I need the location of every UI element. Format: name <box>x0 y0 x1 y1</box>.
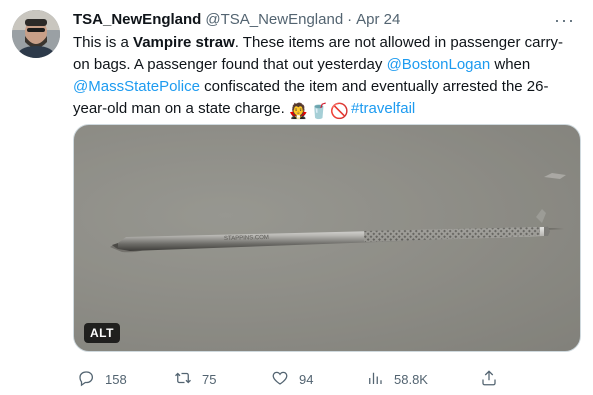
tweet-content: TSA_NewEngland @TSA_NewEngland · Apr 24 … <box>73 8 581 123</box>
reply-icon <box>77 369 95 390</box>
tweet-date[interactable]: Apr 24 <box>356 11 400 28</box>
tweet[interactable]: TSA_NewEngland @TSA_NewEngland · Apr 24 … <box>0 0 593 395</box>
tweet-media-image[interactable]: STAPPINS.COM ALT <box>73 124 581 352</box>
tweet-header: TSA_NewEngland @TSA_NewEngland · Apr 24 <box>73 8 581 30</box>
author-handle[interactable]: @TSA_NewEngland <box>205 11 343 28</box>
tweet-actions: 158 75 94 58.8K <box>73 368 496 390</box>
reply-count: 158 <box>105 371 127 387</box>
share-button[interactable] <box>480 369 498 390</box>
retweet-icon <box>174 369 192 390</box>
separator-dot: · <box>347 10 353 28</box>
share-icon <box>480 369 498 390</box>
views-count: 58.8K <box>394 371 428 387</box>
alt-text-badge[interactable]: ALT <box>84 323 120 343</box>
vampire-emoji-icon: 🧛 <box>288 103 308 120</box>
mention-massstatepolice[interactable]: @MassStatePolice <box>73 78 200 95</box>
retweet-count: 75 <box>202 371 217 387</box>
retweet-button[interactable]: 75 <box>174 369 216 390</box>
like-button[interactable]: 94 <box>271 369 313 390</box>
mention-bostonlogan[interactable]: @BostonLogan <box>387 56 491 73</box>
more-options-icon[interactable]: ··· <box>554 10 575 31</box>
reply-button[interactable]: 158 <box>77 369 127 390</box>
hashtag-travelfail[interactable]: #travelfail <box>351 100 415 117</box>
tweet-text: This is a Vampire straw. These items are… <box>73 32 578 123</box>
tweet-text-bold: Vampire straw <box>133 34 235 51</box>
like-count: 94 <box>299 371 314 387</box>
tweet-text-part: when <box>490 56 531 73</box>
vampire-straw-photo: STAPPINS.COM <box>74 125 580 351</box>
straw-engraving: STAPPINS.COM <box>224 235 269 242</box>
author-name[interactable]: TSA_NewEngland <box>73 11 201 28</box>
avatar[interactable] <box>12 10 60 58</box>
views-icon <box>366 369 384 390</box>
tweet-text-part: This is a <box>73 34 134 51</box>
heart-icon <box>271 369 289 390</box>
cup-with-straw-emoji-icon: 🥤 <box>309 103 329 120</box>
prohibited-emoji-icon: 🚫 <box>330 103 350 120</box>
views-button[interactable]: 58.8K <box>366 369 428 390</box>
